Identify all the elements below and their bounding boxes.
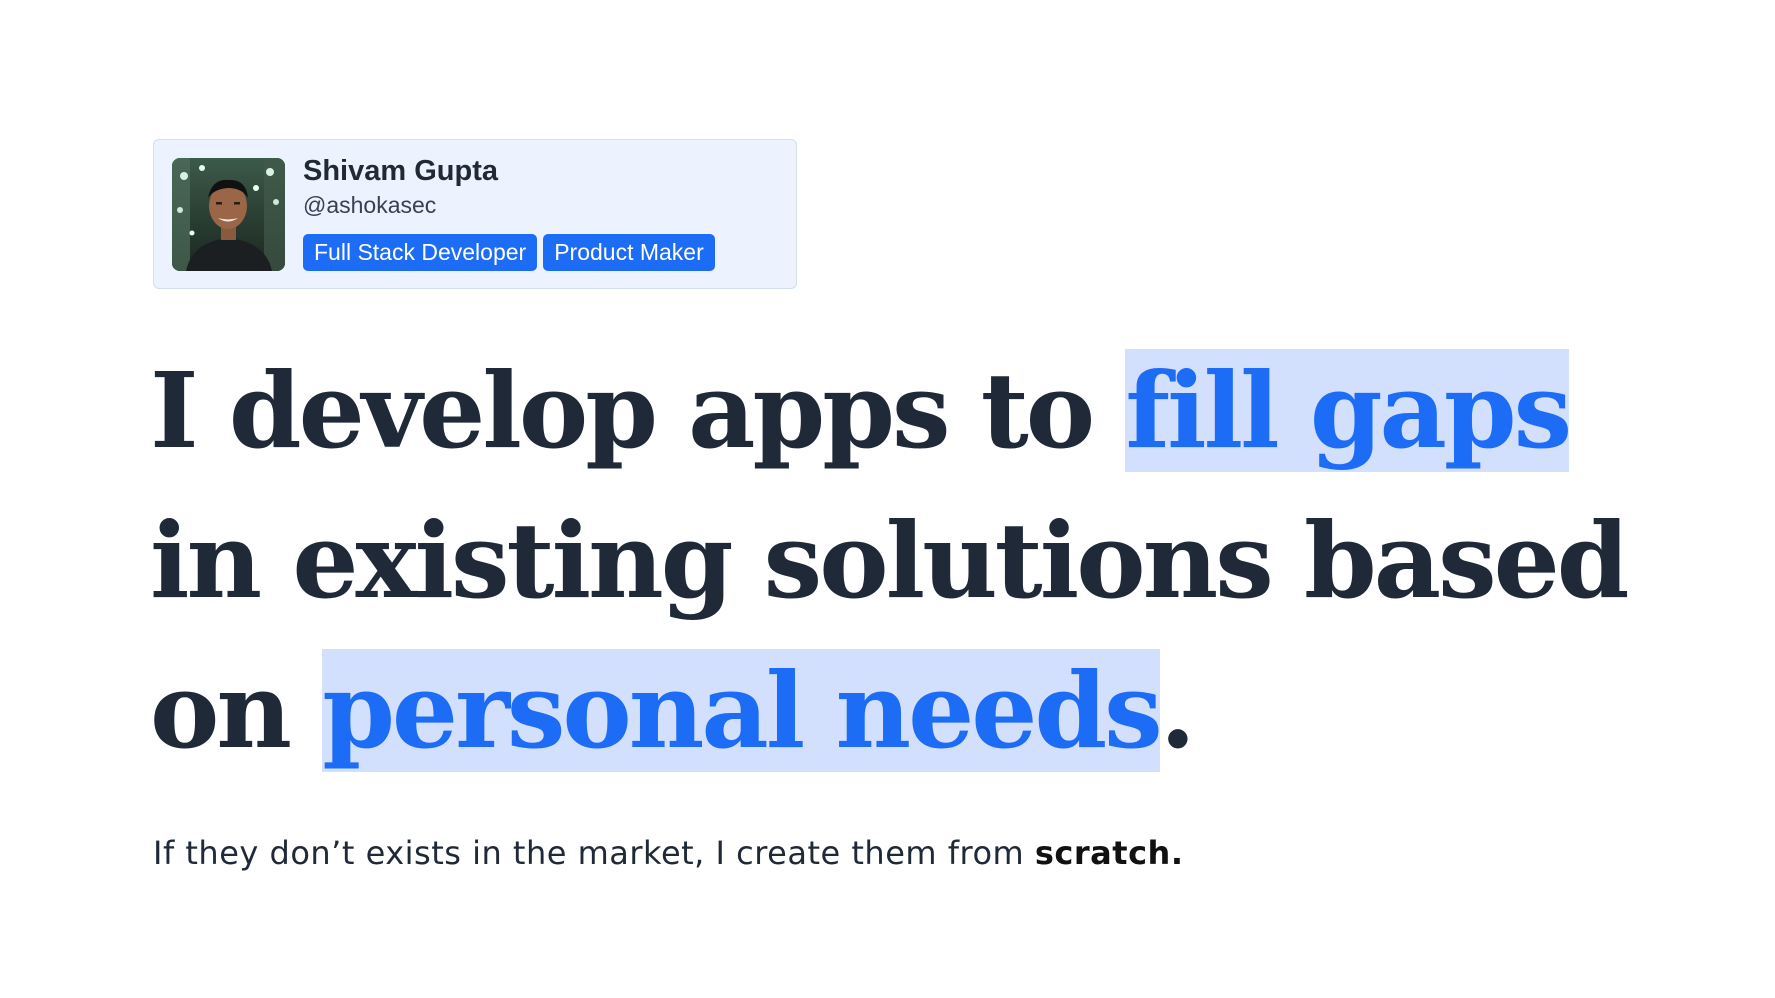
- hero-headline: I develop apps to fill gaps in existing …: [150, 336, 1710, 786]
- tag-full-stack-developer[interactable]: Full Stack Developer: [303, 234, 538, 271]
- avatar: [172, 158, 285, 271]
- subtext-emphasis: scratch.: [1034, 834, 1184, 872]
- headline-period: .: [1159, 649, 1196, 772]
- headline-text-part1: I develop apps to: [150, 349, 1126, 472]
- subtext-main: If they don’t exists in the market, I cr…: [153, 834, 1035, 872]
- headline-highlight-personal-needs: personal needs: [322, 649, 1163, 772]
- profile-handle: @ashokasec: [303, 192, 437, 218]
- hero-subtext: If they don’t exists in the market, I cr…: [153, 834, 1183, 872]
- profile-card: Shivam Gupta @ashokasec Full Stack Devel…: [153, 139, 797, 289]
- profile-name: Shivam Gupta: [303, 155, 498, 187]
- headline-highlight-fill-gaps: fill gaps: [1125, 349, 1572, 472]
- avatar-image: [172, 158, 285, 271]
- tag-list: Full Stack Developer Product Maker: [303, 234, 715, 271]
- tag-product-maker[interactable]: Product Maker: [543, 234, 715, 271]
